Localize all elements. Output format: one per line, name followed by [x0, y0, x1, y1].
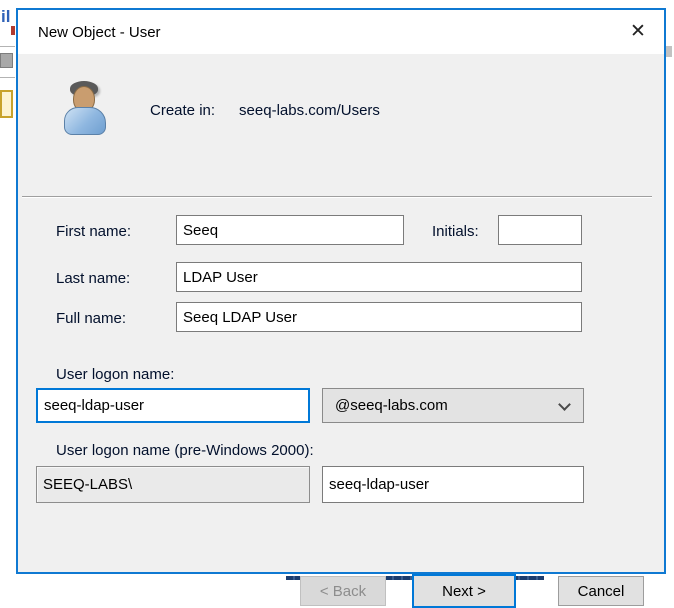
logon-domain-dropdown[interactable]: @seeq-labs.com — [322, 388, 584, 423]
create-in-row: Create in: seeq-labs.com/Users — [150, 102, 380, 119]
initials-input[interactable] — [498, 215, 582, 245]
logon-name-input[interactable] — [36, 388, 310, 423]
chevron-down-icon — [558, 398, 571, 411]
logon-name-label: User logon name: — [56, 366, 174, 383]
pre2000-logon-input[interactable] — [322, 466, 584, 503]
first-name-label: First name: — [56, 223, 131, 240]
background-window-edge — [666, 46, 672, 57]
background-divider — [0, 77, 15, 78]
first-name-input[interactable] — [176, 215, 404, 245]
initials-label: Initials: — [432, 223, 479, 240]
pre2000-domain-field: SEEQ-LABS\ — [36, 466, 310, 503]
background-menu-fragment: il — [1, 7, 10, 27]
dialog-body: Create in: seeq-labs.com/Users First nam… — [18, 54, 664, 572]
create-in-label: Create in: — [150, 102, 215, 119]
full-name-input[interactable] — [176, 302, 582, 332]
background-highlighted-icon-fragment — [0, 90, 13, 118]
titlebar: New Object - User ✕ — [18, 10, 664, 54]
pre2000-domain-value: SEEQ-LABS\ — [43, 476, 132, 493]
next-button[interactable]: Next > — [412, 574, 516, 608]
dialog-title: New Object - User — [38, 24, 161, 41]
user-icon — [62, 80, 108, 136]
last-name-input[interactable] — [176, 262, 582, 292]
create-in-value: seeq-labs.com/Users — [239, 102, 380, 119]
new-object-user-dialog: New Object - User ✕ Create in: seeq-labs… — [16, 8, 666, 574]
close-icon[interactable]: ✕ — [620, 16, 656, 46]
pre2000-label: User logon name (pre-Windows 2000): — [56, 442, 314, 459]
full-name-label: Full name: — [56, 310, 126, 327]
back-button[interactable]: < Back — [300, 576, 386, 606]
cancel-button[interactable]: Cancel — [558, 576, 644, 606]
separator — [22, 196, 652, 198]
logon-domain-value: @seeq-labs.com — [335, 397, 448, 414]
last-name-label: Last name: — [56, 270, 130, 287]
background-icon-fragment — [11, 26, 15, 35]
background-divider — [0, 46, 15, 47]
background-button-fragment — [0, 53, 13, 68]
